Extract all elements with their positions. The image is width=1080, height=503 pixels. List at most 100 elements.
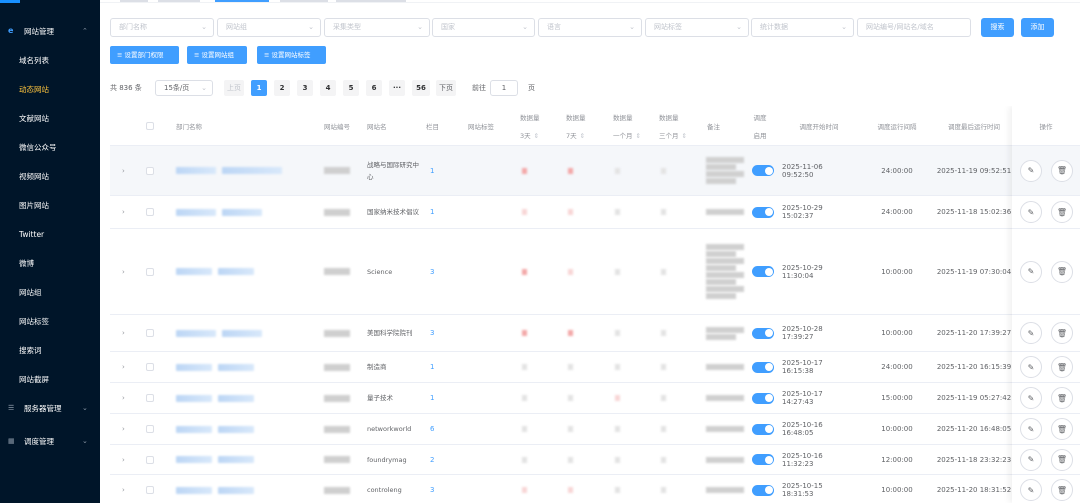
sidebar-item-search-terms[interactable]: 搜索词 [0,336,100,365]
prev-page-button[interactable]: 上页 [224,80,244,96]
table-row[interactable]: › 国家纳米技术倡议 1 2025-10-29 15:02:37 24:00:00 202… [110,196,1080,229]
column-count[interactable]: 1 [430,383,434,413]
table-row[interactable]: › 战略与国际研究中心 1 2025-11-06 09:52:50 24:00:00 20… [110,146,1080,196]
top-tab[interactable] [280,0,328,2]
edit-button[interactable]: ✎ [1020,196,1042,228]
row-checkbox[interactable] [145,414,155,444]
dept-select[interactable]: 部门名称 ⌄ [110,18,214,37]
row-checkbox[interactable] [145,445,155,474]
expand-icon[interactable]: › [122,229,125,314]
add-button[interactable]: 添加 [1021,18,1054,37]
expand-icon[interactable]: › [122,146,125,195]
edit-button[interactable]: ✎ [1020,229,1042,314]
schedule-toggle[interactable] [751,383,775,413]
header-data-1m[interactable]: 数据量 一个月 ⇕ [613,106,653,146]
row-checkbox[interactable] [145,196,155,228]
site-tag-select[interactable]: 网站标签 ⌄ [645,18,749,37]
row-checkbox[interactable] [145,383,155,413]
menu-server-management[interactable]: ☰ 服务器管理 ⌄ [0,399,100,417]
expand-icon[interactable]: › [122,475,125,503]
top-tab[interactable] [120,0,148,2]
table-row[interactable]: › networkworld 6 2025-10-16 16:48:05 10:00:0… [110,414,1080,445]
expand-icon[interactable]: › [122,383,125,413]
page-5-button[interactable]: 5 [343,80,359,96]
sidebar-item-screenshots[interactable]: 网站截屏 [0,365,100,394]
schedule-toggle[interactable] [751,196,775,228]
table-row[interactable]: › 美国科学院院刊 3 2025-10-28 17:39:27 10:00:00 2025… [110,315,1080,352]
set-site-tag-button[interactable]: ≡ 设置网站标签 [257,46,326,64]
sidebar-item-video-sites[interactable]: 视频网站 [0,162,100,191]
sidebar-item-weibo[interactable]: 微博 [0,249,100,278]
delete-button[interactable]: 🗑 [1051,414,1073,444]
delete-button[interactable]: 🗑 [1051,352,1073,382]
sidebar-item-domain-list[interactable]: 域名列表 [0,46,100,75]
expand-icon[interactable]: › [122,196,125,228]
header-data-7d[interactable]: 数据量 7天 ⇕ [566,106,606,146]
row-checkbox[interactable] [145,352,155,382]
delete-button[interactable]: 🗑 [1051,383,1073,413]
delete-button[interactable]: 🗑 [1051,196,1073,228]
page-6-button[interactable]: 6 [366,80,382,96]
set-dept-permission-button[interactable]: ≡ 设置部门权限 [110,46,179,64]
set-site-group-button[interactable]: ≡ 设置网站组 [187,46,247,64]
header-data-3d[interactable]: 数据量 3天 ⇕ [520,106,560,146]
stats-select[interactable]: 统计数据 ⌄ [751,18,854,37]
sidebar-item-site-tag[interactable]: 网站标签 [0,307,100,336]
sidebar-item-wechat[interactable]: 微信公众号 [0,133,100,162]
row-checkbox[interactable] [145,229,155,314]
schedule-toggle[interactable] [751,229,775,314]
next-page-button[interactable]: 下页 [436,80,456,96]
country-select[interactable]: 国家 ⌄ [432,18,535,37]
column-count[interactable]: 3 [430,475,434,503]
header-data-3m[interactable]: 数据量 三个月 ⇕ [659,106,699,146]
edit-button[interactable]: ✎ [1020,414,1042,444]
column-count[interactable]: 2 [430,445,434,474]
table-row[interactable]: › Science 3 2025-10-29 11:30:04 10:00:00 2025… [110,229,1080,315]
sidebar-item-literature-sites[interactable]: 文献网站 [0,104,100,133]
edit-button[interactable]: ✎ [1020,352,1042,382]
expand-icon[interactable]: › [122,315,125,351]
top-tab[interactable] [336,0,406,2]
schedule-toggle[interactable] [751,315,775,351]
page-1-button[interactable]: 1 [251,80,267,96]
top-tab[interactable] [158,0,200,2]
column-count[interactable]: 1 [430,196,434,228]
search-button[interactable]: 搜索 [981,18,1014,37]
row-checkbox[interactable] [145,475,155,503]
sidebar-item-twitter[interactable]: Twitter [0,220,100,249]
language-select[interactable]: 语言 ⌄ [538,18,642,37]
page-3-button[interactable]: 3 [297,80,313,96]
sidebar-item-dynamic-sites[interactable]: 动态网站 [0,75,100,104]
delete-button[interactable]: 🗑 [1051,315,1073,351]
edit-button[interactable]: ✎ [1020,475,1042,503]
schedule-toggle[interactable] [751,146,775,195]
menu-site-management[interactable]: e 网站管理 ⌃ [0,22,100,40]
edit-button[interactable]: ✎ [1020,445,1042,474]
table-row[interactable]: › controleng 3 2025-10-15 18:31:53 10:00:00 2… [110,475,1080,503]
row-checkbox[interactable] [145,315,155,351]
schedule-toggle[interactable] [751,475,775,503]
expand-icon[interactable]: › [122,445,125,474]
page-2-button[interactable]: 2 [274,80,290,96]
menu-schedule-management[interactable]: ▦ 调度管理 ⌄ [0,432,100,450]
delete-button[interactable]: 🗑 [1051,146,1073,195]
column-count[interactable]: 3 [430,315,434,351]
sidebar-item-image-sites[interactable]: 图片网站 [0,191,100,220]
goto-page-input[interactable]: 1 [490,80,518,96]
search-input[interactable]: 网站编号/网站名/域名 [857,18,971,37]
page-56-button[interactable]: 56 [412,80,430,96]
column-count[interactable]: 1 [430,352,434,382]
edit-button[interactable]: ✎ [1020,315,1042,351]
schedule-toggle[interactable] [751,352,775,382]
delete-button[interactable]: 🗑 [1051,229,1073,314]
table-row[interactable]: › foundrymag 2 2025-10-16 11:32:23 12:00:00 2… [110,445,1080,475]
schedule-toggle[interactable] [751,445,775,474]
schedule-toggle[interactable] [751,414,775,444]
expand-icon[interactable]: › [122,414,125,444]
column-count[interactable]: 6 [430,414,434,444]
page-4-button[interactable]: 4 [320,80,336,96]
row-checkbox[interactable] [145,146,155,195]
table-row[interactable]: › 制造商 1 2025-10-17 16:15:38 24:00:00 2025-11-… [110,352,1080,383]
delete-button[interactable]: 🗑 [1051,445,1073,474]
delete-button[interactable]: 🗑 [1051,475,1073,503]
